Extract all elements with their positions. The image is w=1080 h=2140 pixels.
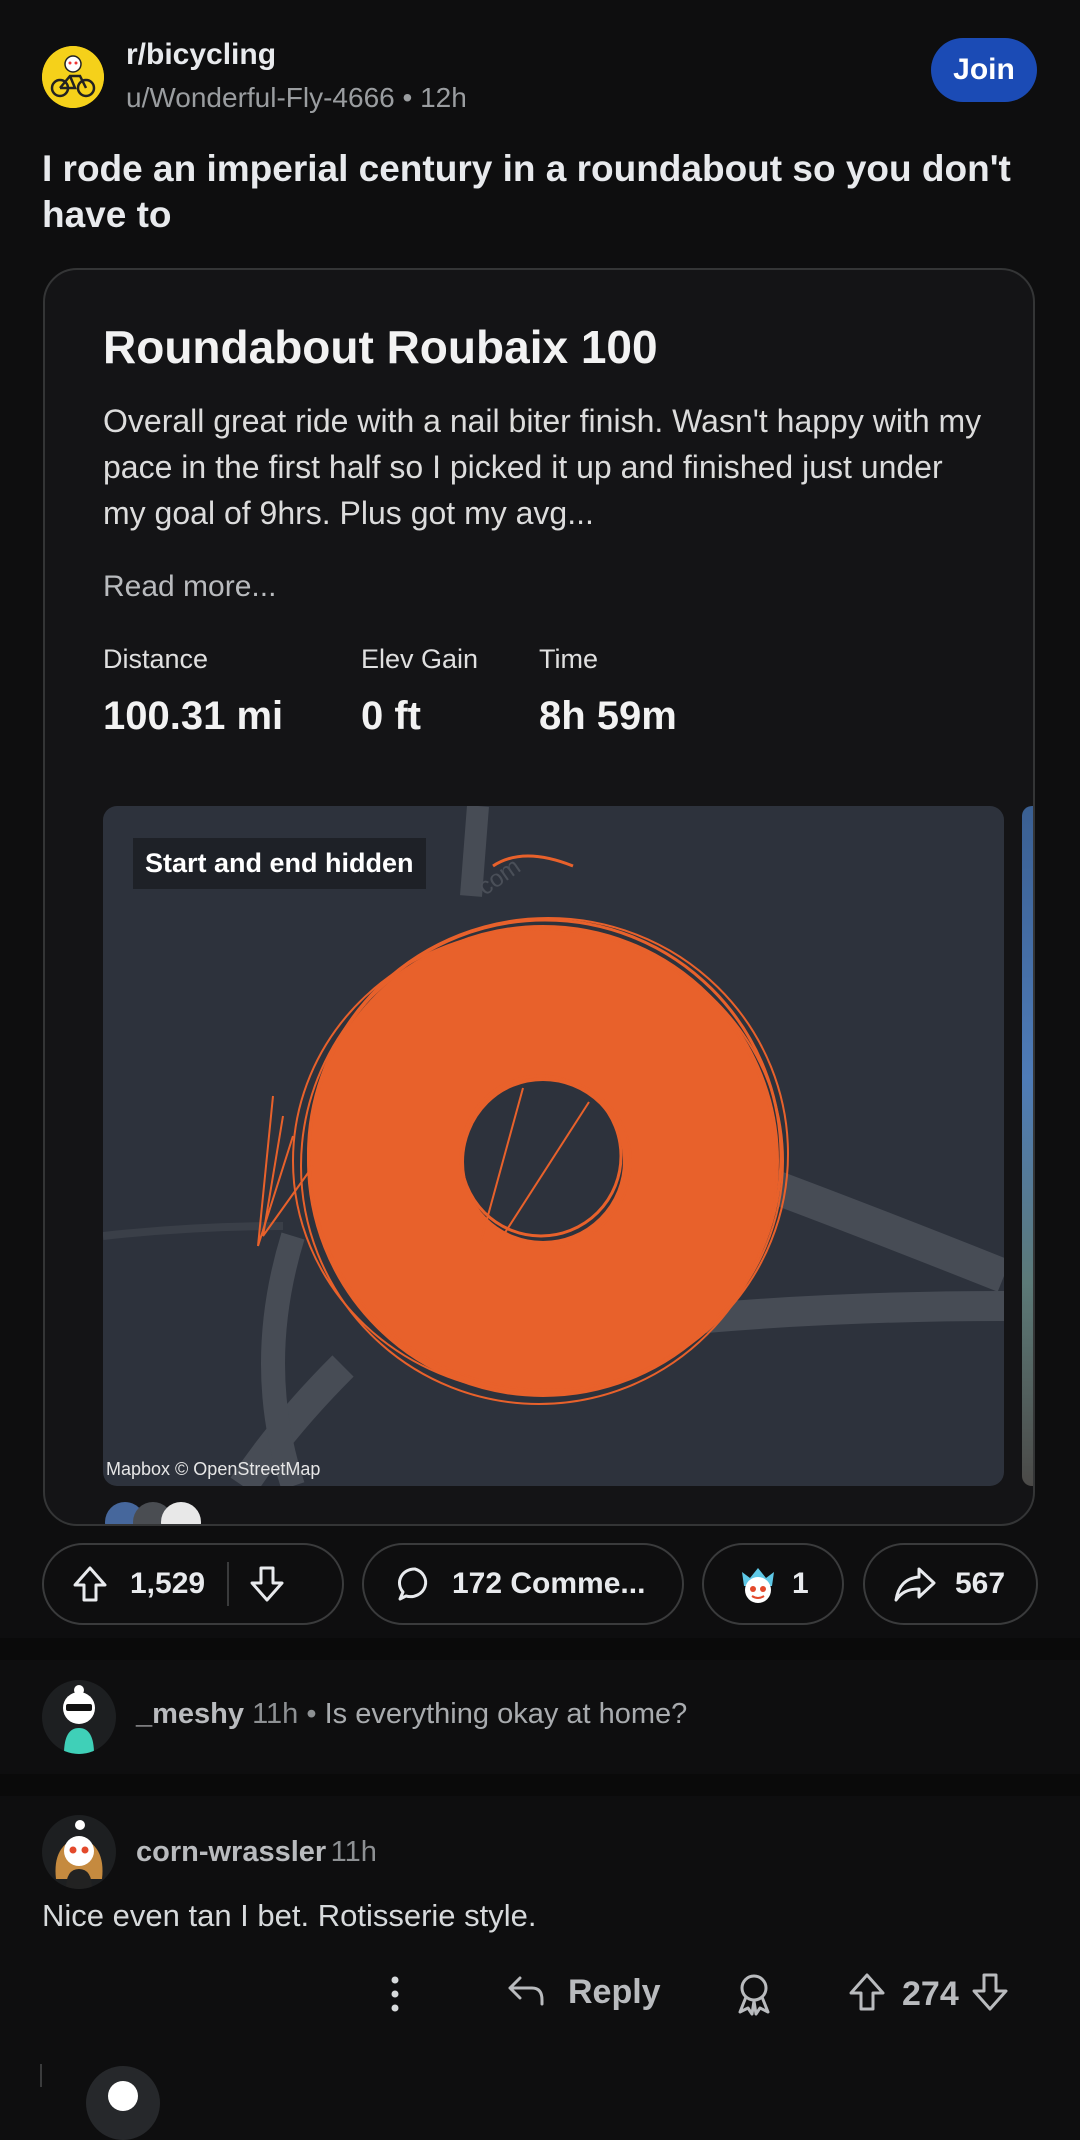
author-name[interactable]: u/Wonderful-Fly-4666	[126, 82, 395, 113]
comment-avatar[interactable]	[42, 1815, 116, 1889]
map-canvas: com	[103, 806, 1004, 1486]
award-button[interactable]: 1	[702, 1543, 844, 1625]
reply-icon	[506, 1972, 546, 2013]
activity-title: Roundabout Roubaix 100	[103, 321, 658, 373]
comment-count: 172 Comme...	[452, 1567, 646, 1600]
more-icon[interactable]	[388, 1974, 402, 2024]
stat-distance-label: Distance	[103, 644, 209, 674]
post-age: 12h	[420, 82, 467, 113]
route-map[interactable]: com Start and end hidden Mapbox © OpenSt…	[103, 806, 1004, 1486]
participants-avatars	[105, 1502, 215, 1524]
comment-avatar[interactable]	[42, 1680, 116, 1754]
share-count: 567	[955, 1567, 1006, 1600]
award-count: 1	[792, 1567, 809, 1600]
upvote-icon[interactable]	[72, 1565, 108, 1603]
section-divider	[0, 1638, 1080, 1660]
reply-button[interactable]: Reply	[506, 1972, 661, 2013]
meta-separator: •	[402, 82, 413, 113]
award-icon	[736, 1562, 780, 1606]
section-divider	[0, 1774, 1080, 1796]
comment-icon	[396, 1565, 434, 1603]
post-title[interactable]: I rode an imperial century in a roundabo…	[42, 146, 1042, 238]
comment-header: corn-wrassler 11h	[136, 1836, 377, 1869]
join-button[interactable]: Join	[931, 38, 1037, 102]
award-icon[interactable]	[734, 1972, 774, 2021]
read-more-link[interactable]: Read more...	[103, 570, 276, 604]
subreddit-avatar[interactable]	[42, 46, 104, 108]
post-meta: u/Wonderful-Fly-4666 • 12h	[126, 82, 467, 114]
comments-button[interactable]: 172 Comme...	[362, 1543, 684, 1625]
subreddit-name[interactable]: r/bicycling	[126, 38, 276, 72]
stat-distance-value: 100.31 mi	[103, 694, 284, 738]
map-privacy-badge: Start and end hidden	[133, 838, 426, 889]
upvote-icon[interactable]	[848, 1972, 886, 2017]
comment-separator: •	[306, 1698, 317, 1730]
thread-line	[40, 2064, 42, 2087]
stat-elevation-label: Elev Gain	[361, 644, 479, 674]
comment-avatar[interactable]	[86, 2066, 160, 2140]
downvote-icon[interactable]	[971, 1972, 1009, 2017]
vote-control: 1,529	[42, 1543, 344, 1625]
snoo-bicycle-icon	[42, 46, 104, 108]
comment-username[interactable]: _meshy	[136, 1698, 244, 1730]
comment-vote-control: 274	[848, 1972, 1009, 2017]
stat-time-label: Time	[539, 644, 598, 674]
share-icon	[893, 1565, 937, 1603]
activity-description: Overall great ride with a nail biter fin…	[103, 403, 982, 531]
comment-username[interactable]: corn-wrassler	[136, 1836, 326, 1868]
comment-score: 274	[902, 1975, 959, 2013]
comment-text: Is everything okay at home?	[324, 1698, 688, 1730]
comment-header: _meshy 11h • Is everything okay at home?	[136, 1698, 687, 1731]
comment-age: 11h	[330, 1836, 377, 1868]
comment-text: Nice even tan I bet. Rotisserie style.	[42, 1898, 537, 1933]
upvote-count: 1,529	[130, 1567, 206, 1600]
stat-time-value: 8h 59m	[539, 694, 677, 738]
downvote-icon[interactable]	[249, 1565, 285, 1603]
stat-elevation-value: 0 ft	[361, 694, 421, 738]
route-track	[257, 854, 789, 1405]
comment-age: 11h	[252, 1698, 299, 1730]
share-button[interactable]: 567	[863, 1543, 1038, 1625]
activity-card[interactable]: Roundabout Roubaix 100 Overall great rid…	[43, 268, 1035, 1526]
map-attribution: Mapbox © OpenStreetMap	[106, 1459, 321, 1479]
vote-divider	[227, 1562, 230, 1606]
reply-label: Reply	[568, 1973, 661, 2011]
next-media-preview[interactable]	[1022, 806, 1033, 1486]
